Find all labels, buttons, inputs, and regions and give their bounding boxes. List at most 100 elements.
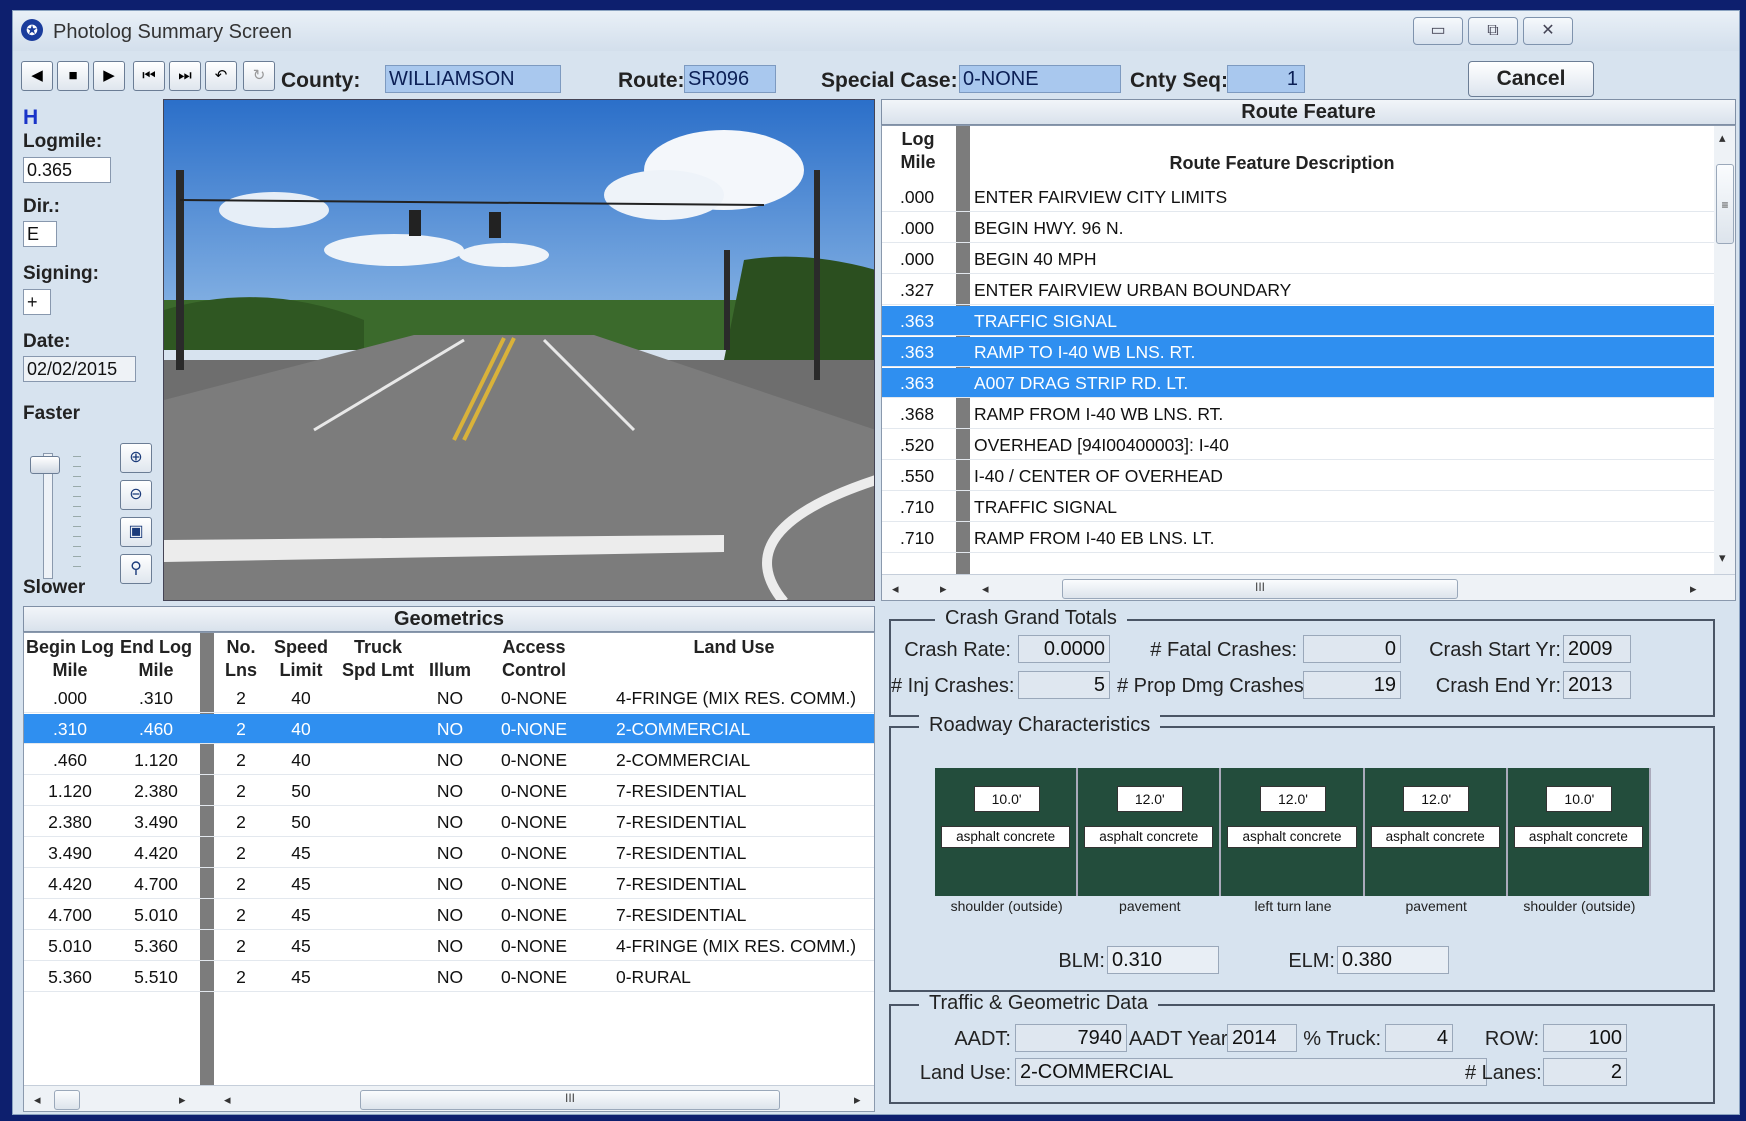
scroll-left-icon[interactable]: ◂ (224, 1092, 231, 1108)
col-desc-header[interactable]: Route Feature Description (972, 152, 1592, 175)
road-photo (163, 99, 875, 601)
scroll-down-icon[interactable]: ▾ (1719, 550, 1726, 566)
window-title: Photolog Summary Screen (53, 21, 293, 43)
zoom-in-icon[interactable]: ⊕ (120, 443, 152, 473)
col-truck-header[interactable]: Truck Spd Lmt (336, 636, 420, 682)
land-use-field[interactable]: 2-COMMERCIAL (1015, 1058, 1487, 1086)
scroll-right-icon[interactable]: ▸ (1690, 581, 1697, 597)
play-icon[interactable]: ▶ (93, 61, 125, 91)
col-land-header[interactable]: Land Use (604, 636, 864, 659)
step-back-icon[interactable]: ⏮ (133, 61, 165, 91)
col-logmile-header[interactable]: Log Mile (882, 128, 954, 174)
truck-pct-field[interactable]: 4 (1385, 1024, 1453, 1052)
lanes-count-field[interactable]: 2 (1543, 1058, 1627, 1086)
refresh-icon[interactable]: ↻ (243, 61, 275, 91)
route-feature-row[interactable]: .363 RAMP TO I-40 WB LNS. RT. (882, 337, 1714, 367)
crash-end-field[interactable]: 2013 (1563, 671, 1631, 699)
route-feature-row[interactable]: .710 TRAFFIC SIGNAL (882, 492, 1714, 522)
scroll-thumb[interactable]: III (1062, 579, 1458, 599)
dir-field[interactable]: E (23, 221, 57, 247)
geometrics-row[interactable]: 5.360 5.510 2 45 NO 0-NONE 0-RURAL (24, 962, 874, 992)
route-feature-row[interactable]: .363 TRAFFIC SIGNAL (882, 306, 1714, 336)
col-lanes-header[interactable]: No. Lns (214, 636, 268, 682)
fatal-crashes-label: # Fatal Crashes: (1150, 639, 1297, 661)
stop-icon[interactable]: ■ (57, 61, 89, 91)
route-feature-hscroll[interactable]: ◂ ▸ ◂ III ▸ (882, 574, 1735, 600)
prev-icon[interactable]: ◀ (21, 61, 53, 91)
inj-crashes-field[interactable]: 5 (1018, 671, 1110, 699)
route-field[interactable]: SR096 (684, 65, 776, 93)
geometrics-row[interactable]: 1.120 2.380 2 50 NO 0-NONE 7-RESIDENTIAL (24, 776, 874, 806)
speed-slider-thumb[interactable] (30, 456, 60, 474)
col-end-header[interactable]: End Log Mile (114, 636, 198, 682)
zoom-out-icon[interactable]: ⊖ (120, 480, 152, 510)
crash-start-field[interactable]: 2009 (1563, 635, 1631, 663)
row-description: RAMP TO I-40 WB LNS. RT. (974, 342, 1196, 362)
scroll-right-icon[interactable]: ▸ (179, 1092, 186, 1108)
lane-diagram: 10.0' asphalt concrete 12.0' asphalt concre… (935, 768, 1651, 896)
aadt-field[interactable]: 7940 (1015, 1024, 1127, 1052)
scroll-left-icon[interactable]: ◂ (34, 1092, 41, 1108)
lane-width: 12.0' (1116, 786, 1183, 812)
fit-icon[interactable]: ▣ (120, 517, 152, 547)
route-feature-row[interactable]: .520 OVERHEAD [94I00400003]: I-40 (882, 430, 1714, 460)
geometrics-row[interactable]: 5.010 5.360 2 45 NO 0-NONE 4-FRINGE (MIX RES. … (24, 931, 874, 961)
route-feature-row[interactable]: .368 RAMP FROM I-40 WB LNS. RT. (882, 399, 1714, 429)
geometrics-row[interactable]: .460 1.120 2 40 NO 0-NONE 2-COMMERCIAL (24, 745, 874, 775)
row-field[interactable]: 100 (1543, 1024, 1627, 1052)
col-illum-header[interactable]: Illum (424, 659, 476, 682)
return-icon[interactable]: ↶ (205, 61, 237, 91)
step-forward-icon[interactable]: ⏭ (169, 61, 201, 91)
fatal-crashes-field[interactable]: 0 (1303, 635, 1401, 663)
cancel-button[interactable]: Cancel (1468, 61, 1594, 97)
county-field[interactable]: WILLIAMSON (385, 65, 561, 93)
date-field[interactable]: 02/02/2015 (23, 356, 136, 382)
signing-field[interactable]: + (23, 289, 51, 315)
scroll-left-icon[interactable]: ◂ (892, 581, 899, 597)
cell-access: 0-NONE (500, 781, 568, 801)
cell-lanes: 2 (236, 688, 246, 708)
toolbar: ◀ ■ ▶ ⏮ ⏭ ↶ ↻ County: WILLIAMSON Route: … (13, 51, 1739, 103)
col-speed-header[interactable]: Speed Limit (268, 636, 334, 682)
route-feature-row[interactable]: .327 ENTER FAIRVIEW URBAN BOUNDARY (882, 275, 1714, 305)
elm-field[interactable]: 0.380 (1337, 946, 1449, 974)
logmile-field[interactable]: 0.365 (23, 157, 111, 183)
geometrics-row[interactable]: 3.490 4.420 2 45 NO 0-NONE 7-RESIDENTIAL (24, 838, 874, 868)
crash-rate-field[interactable]: 0.0000 (1018, 635, 1110, 663)
scroll-left-icon[interactable]: ◂ (982, 581, 989, 597)
geometrics-row[interactable]: .000 .310 2 40 NO 0-NONE 4-FRINGE (MIX RES. CO… (24, 683, 874, 713)
route-feature-row[interactable]: .363 A007 DRAG STRIP RD. LT. (882, 368, 1714, 398)
route-feature-row[interactable]: .000 BEGIN 40 MPH (882, 244, 1714, 274)
prop-dmg-field[interactable]: 19 (1303, 671, 1401, 699)
scroll-right-icon[interactable]: ▸ (854, 1092, 861, 1108)
col-begin-header[interactable]: Begin Log Mile (24, 636, 116, 682)
special-case-label: Special Case: (821, 69, 958, 92)
cnty-seq-field[interactable]: 1 (1227, 65, 1305, 93)
vscroll-thumb[interactable]: ≡ (1716, 164, 1734, 244)
blm-field[interactable]: 0.310 (1107, 946, 1219, 974)
geometrics-row[interactable]: .310 .460 2 40 NO 0-NONE 2-COMMERCIAL (24, 714, 874, 744)
route-feature-row[interactable]: .000 ENTER FAIRVIEW CITY LIMITS (882, 182, 1714, 212)
row-logmile: .710 (900, 497, 935, 517)
maximize-icon[interactable]: ⧉ (1468, 17, 1518, 45)
route-feature-row[interactable]: .000 BEGIN HWY. 96 N. (882, 213, 1714, 243)
close-icon[interactable]: ✕ (1523, 17, 1573, 45)
minimize-icon[interactable]: ▭ (1413, 17, 1463, 45)
special-case-field[interactable]: 0-NONE (959, 65, 1121, 93)
geometrics-row[interactable]: 4.420 4.700 2 45 NO 0-NONE 7-RESIDENTIAL (24, 869, 874, 899)
aadt-year-field[interactable]: 2014 (1227, 1024, 1297, 1052)
route-feature-row[interactable]: .710 RAMP FROM I-40 EB LNS. LT. (882, 523, 1714, 553)
route-feature-vscroll[interactable]: ▴ ≡ ▾ (1714, 126, 1735, 574)
geometrics-row[interactable]: 4.700 5.010 2 45 NO 0-NONE 7-RESIDENTIAL (24, 900, 874, 930)
scroll-right-icon[interactable]: ▸ (940, 581, 947, 597)
row-logmile: .710 (900, 528, 935, 548)
left-panel: H Logmile: 0.365 Dir.: E Signing: + Date… (23, 106, 163, 601)
col-access-header[interactable]: Access Control (484, 636, 584, 682)
route-feature-row[interactable]: .550 I-40 / CENTER OF OVERHEAD (882, 461, 1714, 491)
geometrics-row[interactable]: 2.380 3.490 2 50 NO 0-NONE 7-RESIDENTIAL (24, 807, 874, 837)
scroll-thumb[interactable]: III (360, 1090, 780, 1110)
scroll-up-icon[interactable]: ▴ (1719, 130, 1726, 146)
geometrics-hscroll[interactable]: ◂ ▸ ◂ III ▸ (24, 1085, 874, 1111)
search-icon[interactable]: ⚲ (120, 554, 152, 584)
scroll-thumb[interactable] (54, 1090, 80, 1110)
